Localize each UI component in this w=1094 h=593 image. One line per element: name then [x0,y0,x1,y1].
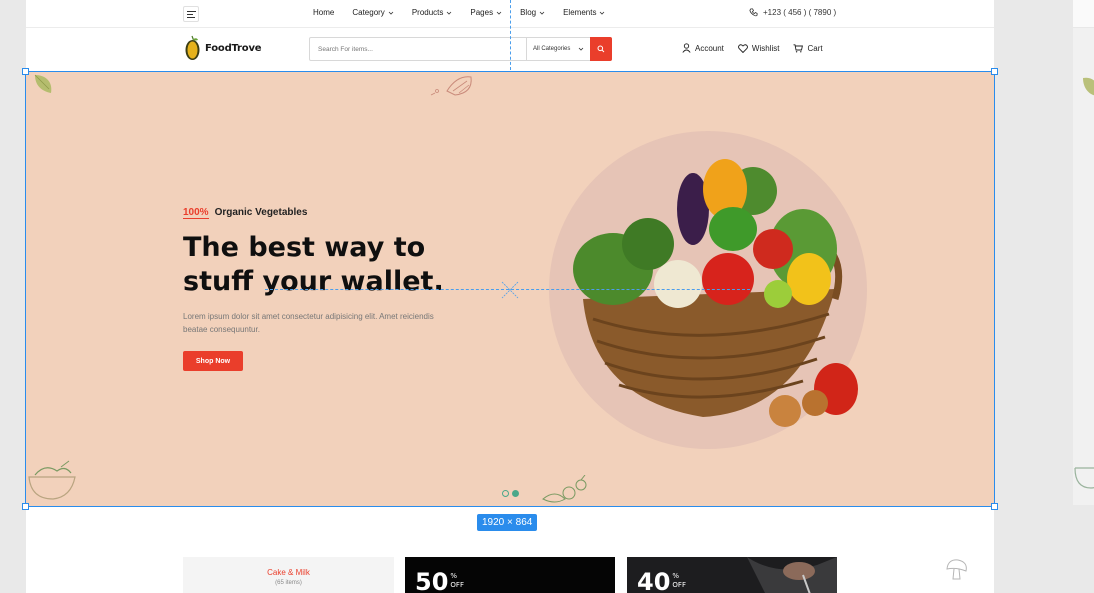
percent-sign: % [450,572,458,580]
category-select-value: All Categories [533,46,571,52]
account-link[interactable]: Account [682,43,724,53]
hero-tag-percent: 100% [183,207,209,219]
wishlist-link[interactable]: Wishlist [738,43,780,53]
nav-item-home[interactable]: Home [313,8,334,17]
salad-bowl-doodle [28,460,76,500]
off-label: OFF [450,581,464,589]
chevron-down-icon [388,11,394,15]
logo-text: FoodTrove [205,42,262,54]
slider-dot-1[interactable] [502,490,509,497]
card-count: (65 items) [275,580,302,586]
cart-label: Cart [807,43,823,53]
shop-now-button[interactable]: Shop Now [183,351,243,371]
chevron-down-icon [496,11,502,15]
promo-discount: 40 % OFF [637,569,686,593]
nav-elements-label: Elements [563,8,597,17]
center-crosshair-icon [501,281,519,299]
category-select[interactable]: All Categories [526,38,590,60]
cart-icon [793,43,804,52]
hero-title-line1: The best way to [183,232,426,263]
menu-toggle-button[interactable] [183,6,199,22]
chevron-down-icon [578,47,584,51]
percent-sign: % [672,572,680,580]
leaf-icon [34,74,52,93]
card-title: Cake & Milk [267,568,310,577]
promo-discount-value: 40 [637,568,671,593]
nav-home-label: Home [313,8,335,17]
slider-dots [502,490,519,497]
phone-icon [749,8,758,17]
nav-item-elements[interactable]: Elements [563,8,605,17]
cart-link[interactable]: Cart [793,43,823,53]
hero-tag: 100% Organic Vegetables [183,207,308,219]
nav-item-products[interactable]: Products [412,8,453,17]
user-icon [682,43,691,53]
hero-tag-text: Organic Vegetables [214,207,308,218]
adjacent-frame-topbar [1073,0,1094,28]
heart-icon [738,43,748,53]
hero-description: Lorem ipsum dolor sit amet consectetur a… [183,312,434,334]
logo-fruit-icon [185,35,200,60]
nav-links: Home Category Products Pages Blog Elemen… [313,8,623,17]
search-icon [597,45,605,53]
hamburger-icon [186,10,196,18]
nav-item-category[interactable]: Category [352,8,394,17]
lemon-slice-doodle [430,76,472,96]
wishlist-label: Wishlist [751,43,780,53]
phone-number: +123 ( 456 ) ( 7890 ) [763,8,837,17]
chef-hands-image [747,557,837,593]
nav-blog-label: Blog [520,8,537,17]
promo-card-50-off[interactable]: 50 % OFF [405,557,615,593]
leaf-icon [1083,77,1094,96]
category-card-cake-milk[interactable]: Cake & Milk (65 items) [183,557,394,593]
berries-doodle [542,475,587,503]
search-bar: All Categories [309,37,612,61]
off-label: OFF [672,581,686,589]
header-actions: Account Wishlist Cart [682,43,823,53]
search-input[interactable] [310,38,526,60]
promo-discount: 50 % OFF [415,569,464,593]
phone-contact[interactable]: +123 ( 456 ) ( 7890 ) [749,8,836,17]
selection-size-badge: 1920 × 864 [477,514,538,531]
vertical-guide-line [510,0,511,70]
bowl-doodle [1074,467,1094,489]
chevron-down-icon [539,11,545,15]
chevron-down-icon [600,11,605,15]
slider-dot-2[interactable] [512,490,519,497]
promo-card-40-off[interactable]: 40 % OFF [627,557,837,593]
nav-item-blog[interactable]: Blog [520,8,545,17]
nav-pages-label: Pages [470,8,494,17]
chevron-down-icon [447,11,452,15]
vegetable-basket-image [573,159,858,427]
nav-item-pages[interactable]: Pages [470,8,502,17]
nav-category-label: Category [352,8,385,17]
mushroom-doodle [946,559,967,580]
promo-discount-value: 50 [415,568,449,593]
nav-products-label: Products [411,8,444,17]
search-button[interactable] [590,37,612,61]
account-label: Account [695,43,724,53]
adjacent-frame [1073,0,1094,505]
hero-title-line2: stuff your wallet. [183,266,444,297]
logo[interactable]: FoodTrove [184,35,262,61]
